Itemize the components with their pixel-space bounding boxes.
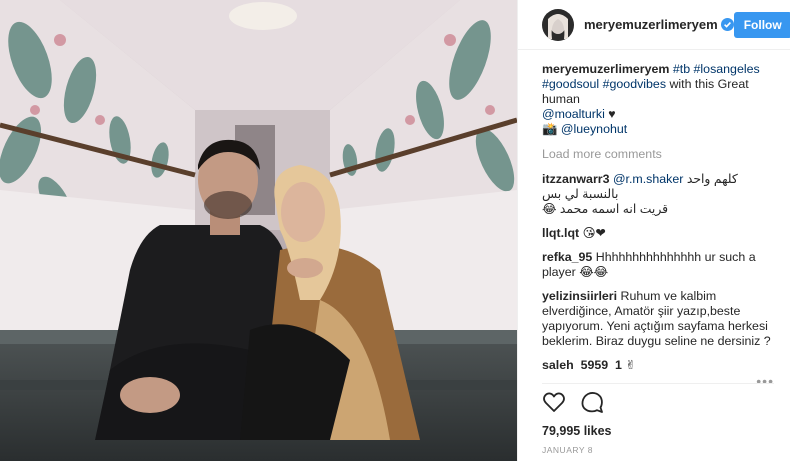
comment-author[interactable]: llqt.lqt bbox=[542, 226, 579, 240]
heart-glyph: ♥ bbox=[604, 107, 616, 121]
post-date: JANUARY 8 bbox=[542, 445, 593, 455]
caption-author[interactable]: meryemuzerlimeryem bbox=[542, 62, 669, 76]
caption-text-2: human bbox=[542, 92, 580, 106]
caption: meryemuzerlimeryem #tb #losangeles #good… bbox=[542, 62, 774, 137]
comment-item: refka_95 Hhhhhhhhhhhhhhh ur such a playe… bbox=[542, 250, 774, 280]
comment-mention[interactable]: @r.m.shaker bbox=[613, 172, 683, 186]
action-bar bbox=[542, 390, 604, 414]
verified-badge-icon bbox=[720, 18, 734, 31]
post-photo[interactable] bbox=[0, 0, 517, 461]
comment-item: itzzanwarr3 @r.m.shaker كلهم واحد بالنسب… bbox=[542, 172, 774, 217]
post-header: meryemuzerlimeryem Follow bbox=[518, 0, 790, 50]
follow-button[interactable]: Follow bbox=[733, 11, 790, 38]
comment-author[interactable]: yelizinsiirleri bbox=[542, 289, 617, 303]
post-sidebar: meryemuzerlimeryem Follow meryemuzerlime… bbox=[517, 0, 790, 461]
comment-text: 😘❤ bbox=[582, 226, 606, 240]
likes-count[interactable]: 79,995 likes bbox=[542, 424, 612, 438]
avatar[interactable] bbox=[542, 8, 574, 41]
comment-text: ✌ bbox=[625, 358, 636, 370]
comment-author[interactable]: itzzanwarr3 bbox=[542, 172, 609, 186]
comments-list: meryemuzerlimeryem #tb #losangeles #good… bbox=[518, 50, 790, 370]
caption-mention-1[interactable]: @moalturki bbox=[542, 107, 605, 121]
comment-author[interactable]: saleh_5959_1 bbox=[542, 358, 622, 370]
comment-item: saleh_5959_1 ✌ bbox=[542, 358, 774, 370]
caption-tags[interactable]: #tb #losangeles bbox=[673, 62, 760, 76]
comment-author[interactable]: refka_95 bbox=[542, 250, 592, 264]
comment-bubble-icon[interactable] bbox=[580, 390, 604, 414]
caption-text: with this Great bbox=[666, 77, 749, 91]
caption-tags-2[interactable]: #goodsoul #goodvibes bbox=[542, 77, 666, 91]
load-more-comments-link[interactable]: Load more comments bbox=[542, 147, 774, 162]
comment-text-2: قريت انه اسمه محمد 😂 bbox=[542, 202, 669, 216]
more-options-icon[interactable]: ••• bbox=[756, 373, 774, 389]
like-heart-icon[interactable] bbox=[542, 390, 566, 414]
camera-glyph: 📸 bbox=[542, 122, 561, 136]
comment-item: yelizinsiirleri Ruhum ve kalbim elverdiğ… bbox=[542, 289, 774, 349]
divider bbox=[542, 383, 774, 384]
comment-item: llqt.lqt 😘❤ bbox=[542, 226, 774, 241]
instagram-post: meryemuzerlimeryem Follow meryemuzerlime… bbox=[0, 0, 790, 461]
caption-mention-2[interactable]: @lueynohut bbox=[561, 122, 627, 136]
username-link[interactable]: meryemuzerlimeryem bbox=[584, 17, 718, 32]
